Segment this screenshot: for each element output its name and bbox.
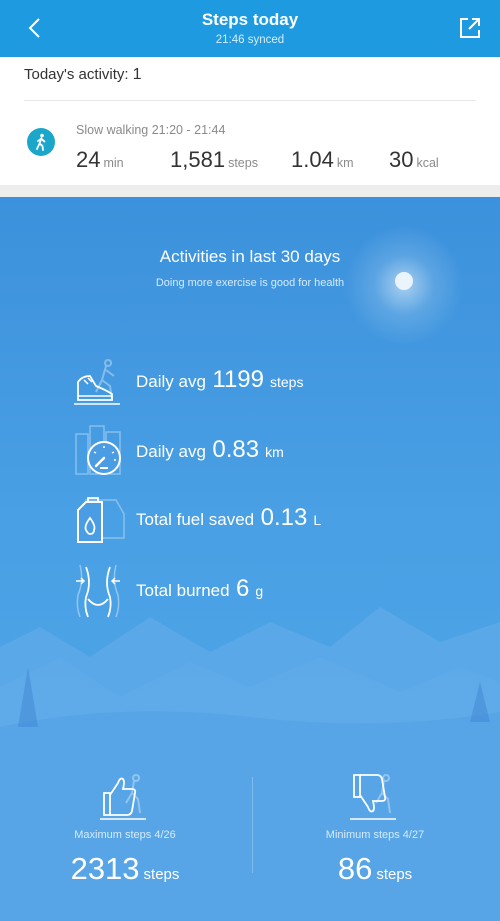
metric-unit: g bbox=[255, 583, 264, 599]
metric-value: 0.13 bbox=[260, 504, 308, 531]
steps-unit: steps bbox=[228, 156, 258, 170]
thumbs-up-icon bbox=[100, 774, 146, 820]
metric-unit: L bbox=[313, 512, 322, 528]
metric-label: Daily avg bbox=[136, 442, 206, 461]
summary-subtitle: Doing more exercise is good for health bbox=[155, 277, 345, 289]
today-activity-row: Today's activity: 1 bbox=[24, 66, 141, 84]
distance-unit: km bbox=[336, 156, 354, 170]
sync-status: 21:46 synced bbox=[215, 34, 285, 46]
fuel-saved: Total fuel saved 0.13 L bbox=[72, 490, 432, 550]
daily-avg-steps: Daily avg 1199 steps bbox=[72, 352, 432, 412]
distance-stat: 1.04 km bbox=[291, 147, 354, 173]
summary-panel: Activities in last 30 days Doing more ex… bbox=[0, 197, 500, 921]
max-steps-unit: steps bbox=[143, 866, 180, 883]
metric-label: Total burned bbox=[136, 581, 230, 600]
speedometer-icon bbox=[75, 425, 121, 475]
page-title: Steps today bbox=[201, 10, 299, 29]
metric-value: 0.83 bbox=[212, 436, 260, 463]
shoe-icon bbox=[74, 359, 120, 405]
min-steps-value: 86 bbox=[337, 851, 373, 886]
steps-stat: 1,581 steps bbox=[170, 147, 258, 173]
duration-unit: min bbox=[103, 156, 124, 170]
max-steps-label: Maximum steps 4/26 bbox=[74, 829, 176, 841]
section-separator bbox=[0, 185, 500, 197]
min-steps-unit: steps bbox=[376, 866, 413, 883]
waist-icon bbox=[76, 564, 120, 618]
fuel-can-icon bbox=[77, 497, 125, 543]
activity-title: Slow walking 21:20 - 21:44 bbox=[76, 123, 226, 137]
share-button[interactable] bbox=[456, 14, 484, 42]
duration-value: 24 bbox=[76, 147, 101, 172]
calories-value: 30 bbox=[389, 147, 414, 172]
activity-item[interactable]: Slow walking 21:20 - 21:44 24 min 1,581 st… bbox=[0, 101, 500, 185]
walking-icon bbox=[27, 128, 55, 156]
app-header: Steps today 21:46 synced bbox=[0, 0, 500, 57]
min-steps-card: Minimum steps 4/27 86 steps bbox=[250, 757, 500, 921]
share-icon bbox=[460, 18, 480, 38]
steps-value: 1,581 bbox=[170, 147, 226, 172]
max-steps-value: 2313 bbox=[70, 851, 140, 886]
total-burned: Total burned 6g bbox=[72, 561, 432, 621]
metric-label: Total fuel saved bbox=[136, 510, 255, 529]
max-steps-card: Maximum steps 4/26 2313 steps bbox=[0, 757, 250, 921]
daily-avg-distance: Daily avg 0.83 km bbox=[72, 422, 432, 482]
calories-unit: kcal bbox=[416, 156, 439, 170]
metric-value: 1199 bbox=[212, 366, 264, 393]
today-activity-label: Today's activity: bbox=[24, 66, 129, 83]
min-steps-label: Minimum steps 4/27 bbox=[325, 829, 425, 841]
distance-value: 1.04 bbox=[291, 147, 334, 172]
metric-label: Daily avg bbox=[136, 372, 206, 391]
thumbs-down-icon bbox=[350, 774, 396, 820]
today-activity-count: 1 bbox=[132, 66, 142, 83]
metric-unit: steps bbox=[269, 374, 304, 390]
calories-stat: 30 kcal bbox=[389, 147, 439, 173]
metric-unit: km bbox=[265, 444, 284, 460]
metric-value: 6 bbox=[236, 575, 250, 602]
duration-stat: 24 min bbox=[76, 147, 124, 173]
summary-title: Activities in last 30 days bbox=[159, 247, 341, 266]
